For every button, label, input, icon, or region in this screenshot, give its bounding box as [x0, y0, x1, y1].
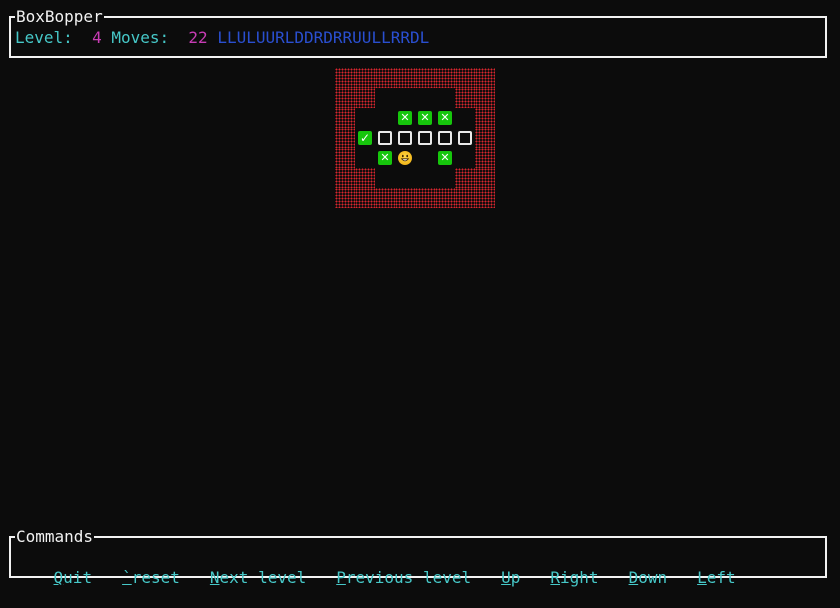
command-left-label: eft: [706, 568, 736, 587]
floor-tile: [375, 88, 395, 108]
status-panel: BoxBopper Level: 4 Moves: 22 LLULUURLDDR…: [9, 7, 827, 58]
wall: [475, 88, 495, 108]
wall: [335, 108, 355, 128]
hotkey-down: D: [628, 568, 639, 587]
wall: [355, 68, 375, 88]
target-icon: [375, 148, 395, 168]
hotkey-up: U: [501, 568, 511, 587]
command-reset-label: reset: [131, 568, 180, 587]
floor-tile: [355, 148, 375, 168]
wall: [435, 188, 455, 208]
box-icon: [455, 128, 475, 148]
level-label: Level:: [15, 28, 73, 47]
wall: [415, 68, 435, 88]
floor-tile: [375, 168, 395, 188]
wall: [335, 168, 355, 188]
floor-tile: [355, 108, 375, 128]
target-icon: [435, 108, 455, 128]
floor-tile: [435, 88, 455, 108]
floor-tile: [415, 148, 435, 168]
target-icon: [415, 108, 435, 128]
wall: [455, 168, 475, 188]
box-icon: [395, 128, 415, 148]
command-up-label: p: [510, 568, 521, 587]
command-previous-level-label: revious level: [345, 568, 472, 587]
wall: [335, 88, 355, 108]
wall: [335, 188, 355, 208]
wall: [355, 88, 375, 108]
wall: [475, 188, 495, 208]
command-quit[interactable]: Quit: [54, 568, 93, 587]
game-board[interactable]: [335, 68, 495, 208]
command-down-label: own: [638, 568, 668, 587]
wall: [475, 108, 495, 128]
hotkey-right: R: [550, 568, 561, 587]
target-icon: [395, 108, 415, 128]
app-title: BoxBopper: [15, 7, 104, 27]
wall: [475, 148, 495, 168]
wall: [395, 68, 415, 88]
level-value: 4: [92, 28, 102, 47]
wall: [435, 68, 455, 88]
hotkey-reset: `: [122, 568, 132, 587]
box-on-target-icon: [355, 128, 375, 148]
box-icon: [435, 128, 455, 148]
floor-tile: [455, 148, 475, 168]
command-next-level-label: ext level: [219, 568, 307, 587]
wall: [475, 168, 495, 188]
command-previous-level[interactable]: Previous level: [336, 568, 471, 587]
status-row: Level: 4 Moves: 22 LLULUURLDDRDRRUULLRRD…: [15, 28, 429, 48]
hotkey-next-level: N: [209, 568, 220, 587]
wall: [455, 188, 475, 208]
wall: [375, 188, 395, 208]
wall: [455, 68, 475, 88]
move-history: LLULUURLDDRDRRUULLRRDL: [217, 28, 430, 47]
hotkey-left: L: [697, 568, 707, 587]
wall: [415, 188, 435, 208]
wall: [355, 168, 375, 188]
wall: [455, 88, 475, 108]
box-icon: [375, 128, 395, 148]
command-up[interactable]: Up: [501, 568, 520, 587]
floor-tile: [395, 168, 415, 188]
player-icon: [395, 148, 415, 168]
hotkey-quit: Q: [53, 568, 64, 587]
floor-tile: [455, 108, 475, 128]
command-reset[interactable]: `reset: [122, 568, 180, 587]
command-right-label: ight: [560, 568, 599, 587]
command-left[interactable]: Left: [697, 568, 736, 587]
box-icon: [415, 128, 435, 148]
floor-tile: [435, 168, 455, 188]
floor-tile: [395, 88, 415, 108]
wall: [355, 188, 375, 208]
hotkey-previous-level: P: [336, 568, 346, 587]
floor-tile: [415, 168, 435, 188]
command-quit-label: uit: [63, 568, 93, 587]
wall: [335, 128, 355, 148]
commands-title: Commands: [15, 527, 95, 547]
commands-panel: Commands Quit `reset Next level Previous le…: [9, 527, 827, 587]
command-next-level[interactable]: Next level: [210, 568, 306, 587]
wall: [395, 188, 415, 208]
commands-row: Quit `reset Next level Previous level Up Righ…: [15, 548, 766, 608]
floor-tile: [415, 88, 435, 108]
wall: [335, 148, 355, 168]
floor-tile: [375, 108, 395, 128]
wall: [335, 68, 355, 88]
command-down[interactable]: Down: [629, 568, 668, 587]
moves-value: 22: [188, 28, 208, 47]
wall: [475, 68, 495, 88]
wall: [475, 128, 495, 148]
smiley-face-icon: [400, 154, 410, 162]
target-icon: [435, 148, 455, 168]
command-right[interactable]: Right: [550, 568, 598, 587]
moves-label: Moves:: [111, 28, 170, 47]
wall: [375, 68, 395, 88]
